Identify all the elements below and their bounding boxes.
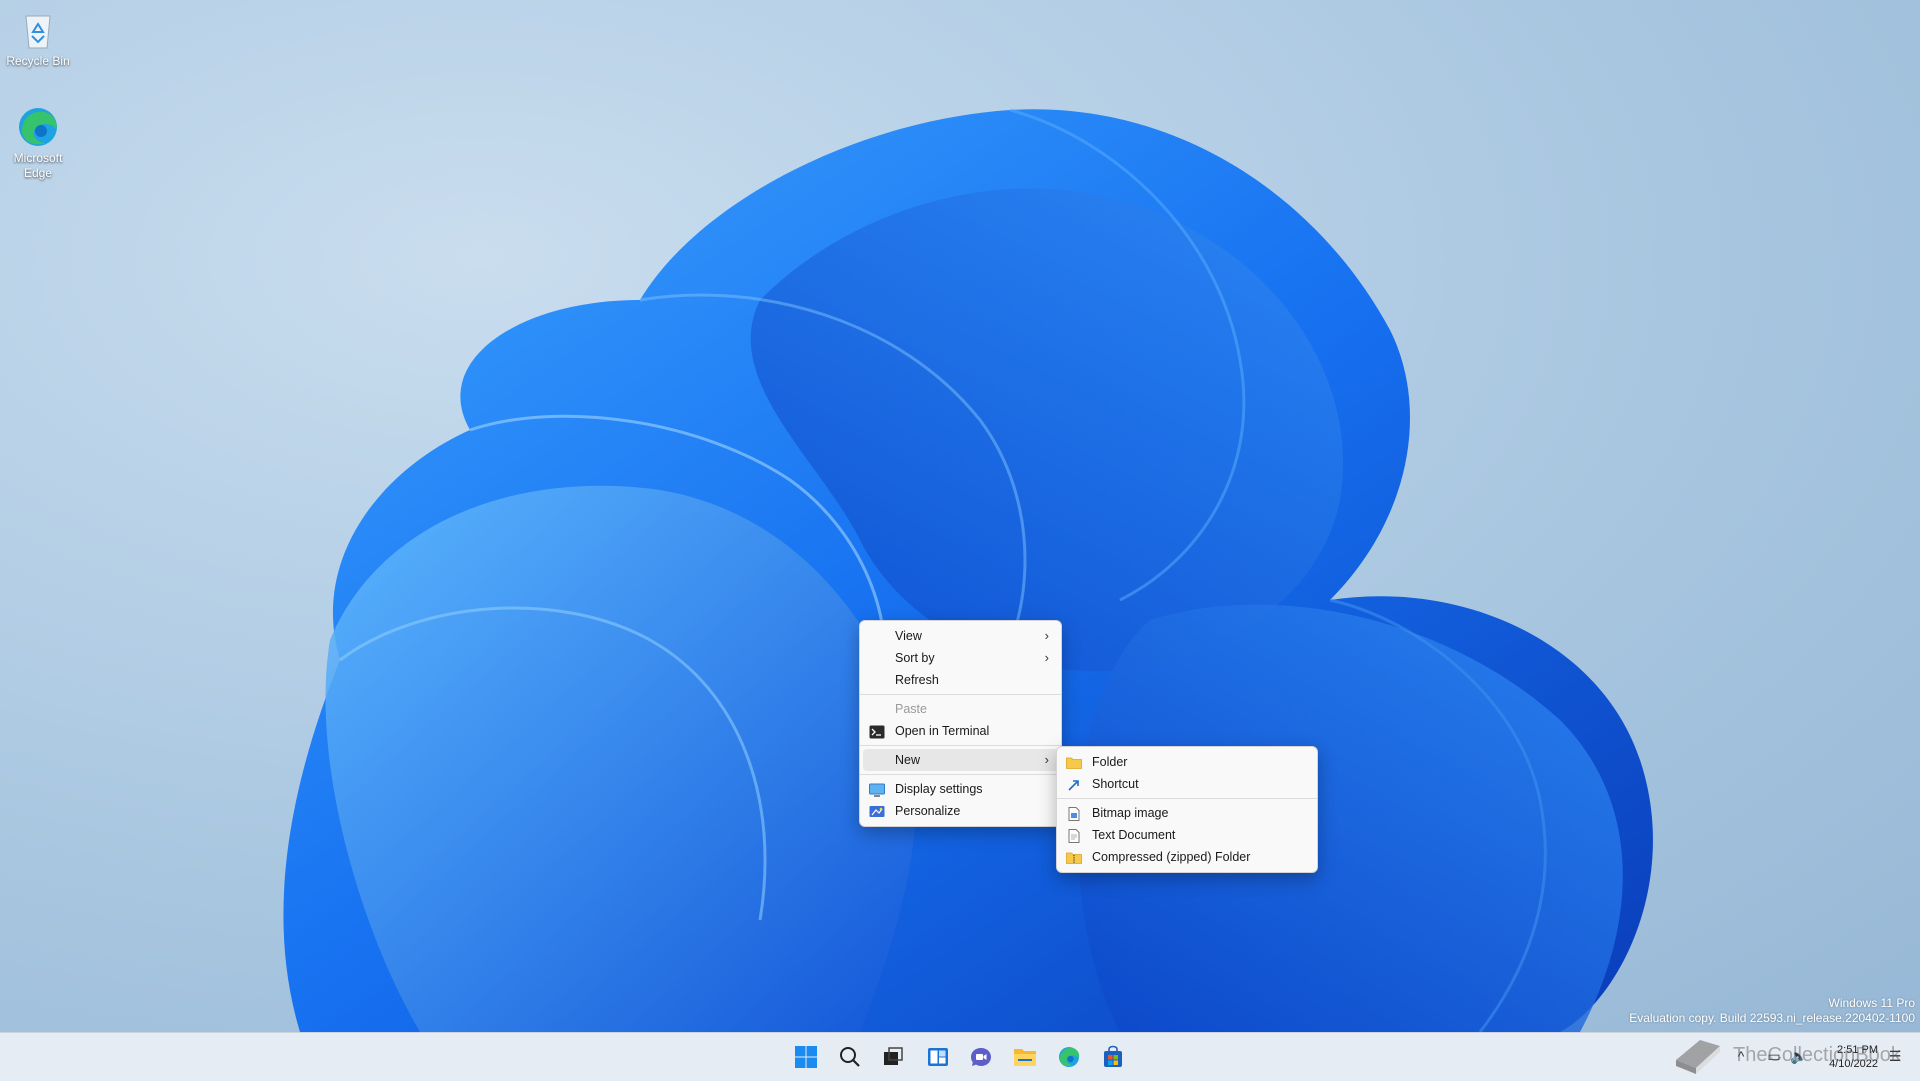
menu-item-open-in-terminal[interactable]: Open in Terminal [860,720,1061,742]
menu-separator [1057,798,1317,799]
chevron-right-icon: › [1044,628,1049,643]
menu-item-label: Paste [895,702,927,716]
book-logo-icon [1676,1040,1720,1074]
search-button[interactable] [834,1041,866,1073]
chevron-right-icon: › [1044,650,1049,665]
edge-taskbar-button[interactable] [1053,1041,1085,1073]
submenu-item-bitmap-image[interactable]: Bitmap image [1057,802,1317,824]
menu-item-label: Sort by [895,651,935,665]
text-document-icon [1066,828,1082,843]
edge-icon [16,105,60,149]
wallpaper-bloom [283,108,1653,1032]
desktop-icon-label: Recycle Bin [6,54,70,68]
menu-item-label: Display settings [895,782,983,796]
submenu-item-text-document[interactable]: Text Document [1057,824,1317,846]
widgets-icon [928,1048,948,1066]
menu-item-label: View [895,629,922,643]
store-icon [1104,1045,1122,1067]
menu-separator [860,774,1061,775]
new-submenu: Folder Shortcut Bitmap image Text Docume… [1056,746,1318,873]
menu-item-label: Text Document [1092,828,1176,842]
chat-button[interactable] [965,1041,997,1073]
bitmap-icon [1066,806,1082,821]
menu-item-label: Personalize [895,804,961,818]
start-icon [795,1046,817,1068]
recycle-bin-icon [16,8,60,52]
desktop-context-menu: View › Sort by › Refresh Paste Open in T… [859,620,1062,827]
submenu-item-compressed-folder[interactable]: Compressed (zipped) Folder [1057,846,1317,868]
personalize-icon [869,804,885,818]
desktop-icon-label: Microsoft Edge [13,151,63,180]
desktop-icon-edge[interactable]: Microsoft Edge [0,105,76,181]
submenu-item-folder[interactable]: Folder [1057,751,1317,773]
menu-item-refresh[interactable]: Refresh [860,669,1061,691]
edge-icon [1059,1047,1080,1067]
menu-item-label: Bitmap image [1092,806,1169,820]
shortcut-icon [1066,777,1082,791]
search-icon [840,1047,860,1067]
watermark-line1: Windows 11 Pro [1828,996,1915,1010]
menu-item-sort-by[interactable]: Sort by › [860,647,1061,669]
task-view-button[interactable] [877,1041,909,1073]
windows-eval-watermark: Windows 11 Pro Evaluation copy. Build 22… [1629,996,1915,1026]
menu-item-view[interactable]: View › [860,625,1061,647]
zip-folder-icon [1066,850,1082,864]
task-view-icon [884,1047,903,1065]
start-button[interactable] [790,1041,822,1073]
menu-item-label: New [895,753,921,767]
site-watermark-text: TheCollectionBook [1733,1044,1901,1066]
chat-icon [971,1048,991,1066]
menu-item-label: Compressed (zipped) Folder [1092,850,1251,864]
desktop-icon-recycle-bin[interactable]: Recycle Bin [0,8,76,69]
submenu-item-shortcut[interactable]: Shortcut [1057,773,1317,795]
file-explorer-icon [1014,1049,1036,1066]
chevron-right-icon: › [1044,752,1049,767]
store-button[interactable] [1097,1041,1129,1073]
desktop[interactable]: Recycle Bin Microsoft Edge Windows 11 Pr… [0,0,1920,1032]
widgets-button[interactable] [922,1041,954,1073]
menu-separator [860,694,1061,695]
menu-item-paste[interactable]: Paste [860,698,1061,720]
file-explorer-button[interactable] [1009,1041,1041,1073]
menu-item-new[interactable]: New › [863,749,1058,771]
menu-item-label: Folder [1092,755,1128,769]
display-icon [869,782,885,797]
terminal-icon [869,724,885,739]
menu-item-label: Shortcut [1092,777,1139,791]
menu-item-personalize[interactable]: Personalize [860,800,1061,822]
menu-item-label: Open in Terminal [895,724,990,738]
taskbar: ^ ▭ 🔈 2:51 PM 4/10/2022 ☰ [0,1032,1920,1081]
menu-separator [860,745,1061,746]
menu-item-display-settings[interactable]: Display settings [860,778,1061,800]
watermark-line2: Evaluation copy. Build 22593.ni_release.… [1629,1011,1915,1025]
menu-item-label: Refresh [895,673,939,687]
folder-icon [1066,755,1082,769]
